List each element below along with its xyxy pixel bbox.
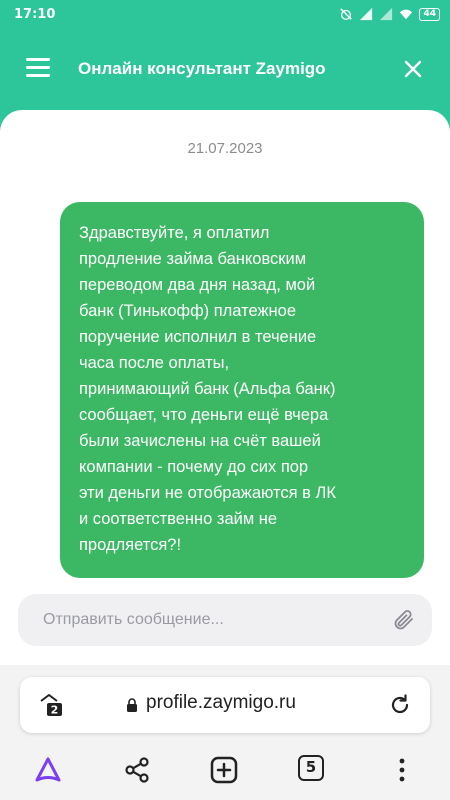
address-bar[interactable]: 2 profile.zaymigo.ru: [20, 677, 430, 733]
message-line: поручение исполнил в течение: [79, 328, 317, 346]
alarm-off-icon: [340, 8, 353, 20]
browser-chrome: 2 profile.zaymigo.ru 5: [0, 665, 450, 800]
new-tab-icon[interactable]: [209, 755, 239, 785]
message-input[interactable]: [18, 594, 378, 646]
more-menu-icon[interactable]: [387, 755, 417, 785]
close-icon[interactable]: [404, 60, 422, 78]
message-line: переводом два дня назад, мой: [79, 276, 316, 294]
message-line: сообщает, что деньги ещё вчера: [79, 406, 329, 424]
message-line: были зачислены на счёт вашей: [79, 432, 321, 450]
hamburger-menu-icon[interactable]: [26, 58, 50, 78]
message-line: продляется?!: [79, 536, 182, 554]
wifi-icon: [400, 9, 413, 20]
signal-icon: [360, 7, 373, 21]
message-line: банк (Тинькофф) платежное: [79, 302, 296, 320]
share-icon[interactable]: [122, 755, 152, 785]
tabs-count: 5: [298, 755, 324, 781]
message-line: и соответственно займ не: [79, 510, 278, 528]
status-icons: 44: [339, 7, 440, 21]
status-time: 17:10: [14, 7, 56, 22]
message-date: 21.07.2023: [187, 140, 263, 157]
paperclip-icon[interactable]: [392, 608, 416, 632]
private-tabs-count: 2: [51, 704, 59, 717]
message-line: Здравствуйте, я оплатил: [79, 224, 270, 242]
message-line: эти деньги не отображаются в ЛК: [79, 484, 336, 502]
private-tabs-icon[interactable]: 2: [38, 693, 64, 717]
message-line: часа после оплаты,: [79, 354, 230, 372]
lock-icon: [127, 698, 137, 712]
chat-header: Онлайн консультант Zaymigo: [0, 30, 450, 110]
tabs-switcher-button[interactable]: 5: [298, 755, 328, 785]
browser-bottom-nav: 5: [0, 747, 450, 797]
message-line: продление займа банковским: [79, 250, 307, 268]
message-composer: [18, 594, 432, 646]
reload-icon[interactable]: [388, 693, 412, 717]
message-line: компании - почему до сих пор: [79, 458, 309, 476]
alice-assistant-icon[interactable]: [33, 755, 63, 785]
signal-icon-2: [380, 7, 393, 21]
chat-panel: 21.07.2023 Здравствуйте, я оплатил продл…: [0, 110, 450, 670]
message-line: принимающий банк (Альфа банк): [79, 380, 336, 398]
header-title: Онлайн консультант Zaymigo: [78, 59, 326, 78]
user-message-bubble: Здравствуйте, я оплатил продление займа …: [60, 202, 424, 578]
status-bar: 17:10 44: [0, 0, 450, 30]
url-text: profile.zaymigo.ru: [146, 692, 296, 713]
battery-icon: 44: [419, 7, 440, 21]
